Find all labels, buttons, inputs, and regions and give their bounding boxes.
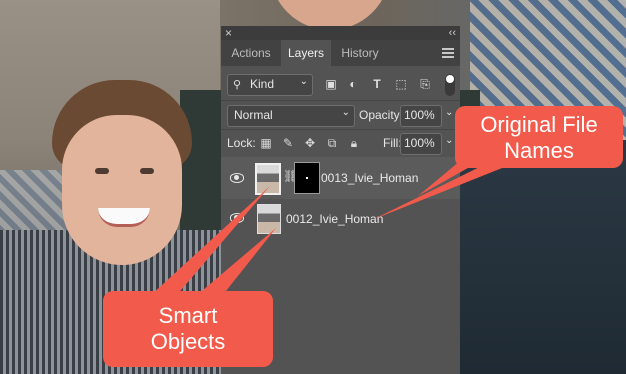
divider — [221, 129, 460, 130]
callout-line: Original File — [480, 112, 598, 137]
filter-row: ⚲ Kind ⌄ ▣ ◐ T ⬚ ⎘ — [221, 74, 460, 98]
layer-mask-thumbnail[interactable] — [294, 162, 320, 194]
blend-mode-select[interactable]: Normal ⌄ — [227, 105, 355, 127]
layer-row[interactable]: 0012_Ivie_Homan — [221, 200, 460, 236]
smart-object-filter-icon[interactable]: ⎘ — [417, 76, 433, 92]
blend-row: Normal ⌄ Opacity: 100% ⌄ — [221, 105, 460, 127]
callout-line: Objects — [150, 329, 226, 354]
fill-label: Fill: — [383, 136, 402, 150]
chevron-down-icon: ⌄ — [299, 76, 308, 87]
panel-title-bar: × ‹‹ — [221, 26, 460, 40]
tab-layers[interactable]: Layers — [281, 40, 331, 66]
layer-row[interactable]: ⛓ 0013_Ivie_Homan — [221, 157, 460, 199]
dark-area-right — [460, 140, 626, 374]
fill-chevron-icon[interactable]: ⌄ — [445, 135, 453, 146]
kind-filter-select[interactable]: ⚲ Kind ⌄ — [227, 74, 313, 96]
opacity-label: Opacity: — [359, 108, 404, 122]
left-eye — [95, 168, 109, 174]
lock-image-pixels-icon[interactable]: ✎ — [280, 135, 296, 151]
lock-all-icon[interactable]: 🔒︎ — [346, 135, 362, 151]
smart-object-thumbnail[interactable] — [255, 163, 281, 195]
layer-name[interactable]: 0012_Ivie_Homan — [286, 212, 383, 226]
shape-layer-filter-icon[interactable]: ⬚ — [393, 76, 409, 92]
visibility-eye-icon[interactable] — [230, 213, 244, 223]
opacity-value: 100% — [404, 108, 435, 122]
pixel-layer-filter-icon[interactable]: ▣ — [323, 76, 339, 92]
lock-position-icon[interactable]: ✥ — [302, 135, 318, 151]
search-icon: ⚲ — [233, 79, 242, 91]
right-eye — [140, 168, 154, 174]
filter-toggle[interactable] — [445, 74, 455, 96]
smart-objects-callout: Smart Objects — [103, 291, 273, 367]
smiling-face — [62, 115, 182, 265]
opacity-input[interactable]: 100% — [400, 105, 442, 127]
divider — [221, 100, 460, 101]
visibility-eye-icon[interactable] — [230, 173, 244, 183]
original-file-names-callout: Original File Names — [455, 106, 623, 168]
kind-filter-label: Kind — [250, 77, 275, 91]
fill-value: 100% — [404, 136, 435, 150]
adjustment-layer-filter-icon[interactable]: ◐ — [345, 76, 361, 92]
tab-actions[interactable]: Actions — [223, 40, 279, 66]
chevron-down-icon: ⌄ — [341, 107, 350, 118]
panel-menu-icon[interactable] — [442, 48, 454, 58]
lock-row: Lock: ▦ ✎ ✥ ⧉ 🔒︎ Fill: 100% ⌄ — [221, 133, 460, 155]
smart-object-thumbnail[interactable] — [257, 204, 281, 234]
opacity-chevron-icon[interactable]: ⌄ — [445, 107, 453, 118]
lock-transparency-icon[interactable]: ▦ — [258, 135, 274, 151]
fill-input[interactable]: 100% — [400, 133, 442, 155]
blend-mode-value: Normal — [234, 108, 273, 122]
collapse-icon[interactable]: ‹‹ — [449, 26, 456, 40]
lock-label: Lock: — [227, 136, 256, 150]
type-layer-filter-icon[interactable]: T — [369, 76, 385, 92]
panel-tabs: Actions Layers History — [221, 40, 460, 66]
callout-line: Smart — [158, 303, 218, 328]
close-icon[interactable]: × — [225, 26, 232, 40]
tab-history[interactable]: History — [333, 40, 387, 66]
layer-name[interactable]: 0013_Ivie_Homan — [321, 171, 418, 185]
lock-artboard-icon[interactable]: ⧉ — [324, 135, 340, 151]
callout-line: Names — [504, 138, 574, 163]
